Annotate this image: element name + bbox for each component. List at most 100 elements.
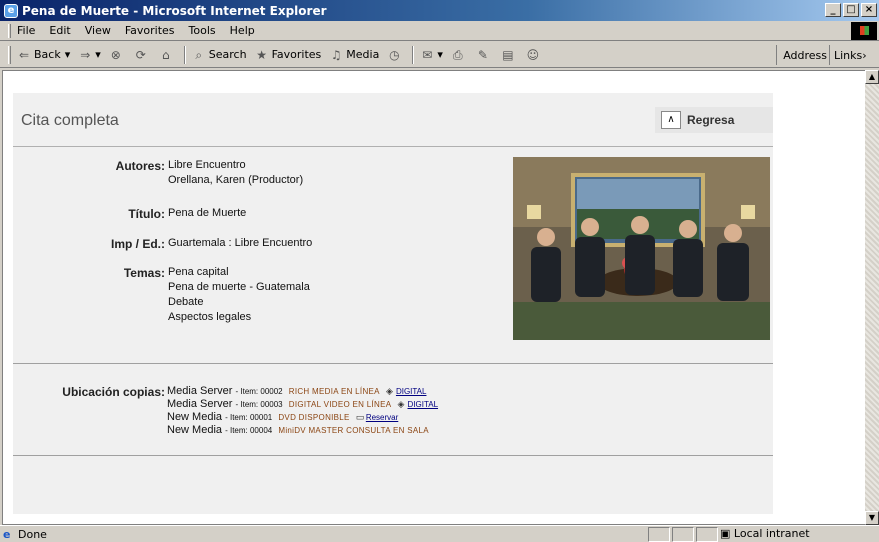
menu-edit[interactable]: Edit	[49, 24, 70, 37]
copy-source: Media Server	[167, 385, 233, 397]
tema-2: Pena de muerte - Guatemala	[168, 281, 310, 293]
regresa-button[interactable]: ∧ Regresa	[655, 107, 773, 133]
forward-dropdown-icon[interactable]: ▾	[95, 48, 101, 61]
imp-value: Guartemala : Libre Encuentro	[168, 237, 313, 249]
page-header: Cita completa ∧ Regresa	[13, 93, 773, 147]
refresh-button[interactable]: ⟳	[134, 48, 151, 62]
messenger-button[interactable]: ☺	[526, 48, 543, 62]
copy-source: New Media	[167, 424, 223, 436]
ie-icon: e	[4, 3, 18, 18]
copy-row: Media Server - Item: 00002 RICH MEDIA EN…	[167, 385, 426, 397]
edit-button[interactable]: ✎	[476, 48, 493, 62]
section-divider	[13, 455, 773, 456]
temas-label: Temas:	[123, 266, 165, 280]
media-icon: ♫	[330, 47, 342, 62]
vertical-scrollbar[interactable]: ▲ ▼	[865, 70, 879, 525]
forward-arrow-icon: ⇒	[80, 47, 91, 62]
citation-page: Cita completa ∧ Regresa Autores: Libre E…	[13, 93, 773, 514]
ubicacion-label: Ubicación copias:	[62, 385, 165, 399]
autores-value: Libre Encuentro Orellana, Karen (Product…	[168, 158, 303, 188]
intranet-icon: ▣	[720, 527, 731, 540]
back-label: Back	[34, 48, 61, 61]
copy-status: RICH MEDIA EN LÍNEA	[288, 387, 380, 396]
imp-label: Imp / Ed.:	[111, 237, 165, 251]
menu-view[interactable]: View	[85, 24, 111, 37]
media-player-icon: ◈	[397, 399, 405, 409]
status-pane	[696, 527, 718, 542]
stop-icon: ⊗	[110, 47, 121, 62]
media-label: Media	[346, 48, 380, 61]
menu-file[interactable]: File	[17, 24, 35, 37]
standard-toolbar: ⇐ Back ▾ ⇒ ▾ ⊗ ⟳ ⌂ ⌕ Search ★ Favorites …	[0, 42, 879, 68]
home-button[interactable]: ⌂	[159, 48, 176, 62]
chevron-right-icon[interactable]: ›	[862, 49, 866, 62]
toolbar-separator	[412, 45, 415, 64]
menubar-grip[interactable]	[8, 23, 11, 38]
mail-button[interactable]: ✉ ▾	[420, 48, 443, 62]
toolbar-separator	[183, 45, 186, 64]
digital-link[interactable]: DIGITAL	[396, 387, 427, 396]
print-icon: ⎙	[453, 47, 463, 62]
digital-link[interactable]: DIGITAL	[408, 400, 439, 409]
status-text: Done	[0, 528, 47, 541]
search-button[interactable]: ⌕ Search	[192, 47, 247, 62]
copy-status: MiniDV MASTER CONSULTA EN SALA	[278, 426, 429, 435]
media-player-icon: ◈	[385, 386, 393, 396]
tema-3: Debate	[168, 296, 204, 308]
search-icon: ⌕	[195, 47, 203, 62]
favorites-icon: ★	[256, 47, 267, 62]
favorites-button[interactable]: ★ Favorites	[255, 47, 321, 62]
tema-1: Pena capital	[168, 266, 229, 278]
copy-row: New Media - Item: 00001 DVD DISPONIBLE ▭…	[167, 411, 398, 423]
window-titlebar: e Pena de Muerte - Microsoft Internet Ex…	[0, 0, 879, 21]
address-label: Address	[783, 48, 827, 62]
back-button[interactable]: ⇐ Back ▾	[17, 48, 70, 62]
forward-button[interactable]: ⇒ ▾	[78, 48, 101, 62]
zone-label: Local intranet	[733, 527, 810, 540]
copy-item: - Item: 00001	[225, 413, 273, 422]
menu-favorites[interactable]: Favorites	[125, 24, 175, 37]
reservar-link[interactable]: Reservar	[366, 413, 398, 422]
edit-icon: ✎	[477, 47, 488, 62]
copy-status: DIGITAL VIDEO EN LÍNEA	[288, 400, 392, 409]
history-icon: ◷	[389, 47, 400, 62]
messenger-icon: ☺	[526, 47, 540, 62]
autor-2: Orellana, Karen (Productor)	[168, 174, 304, 186]
discuss-button[interactable]: ▤	[501, 48, 518, 62]
titulo-label: Título:	[128, 207, 165, 221]
autor-1: Libre Encuentro	[168, 159, 246, 171]
autores-label: Autores:	[115, 159, 165, 173]
page-title: Cita completa	[21, 112, 119, 129]
close-button[interactable]: ×	[861, 3, 877, 17]
security-zone: ▣ Local intranet	[720, 527, 810, 540]
regresa-label: Regresa	[687, 113, 735, 127]
mail-dropdown-icon[interactable]: ▾	[437, 48, 443, 61]
window-title: Pena de Muerte - Microsoft Internet Expl…	[22, 3, 327, 18]
menu-help[interactable]: Help	[230, 24, 255, 37]
toolbar-grip[interactable]	[8, 45, 11, 64]
minimize-button[interactable]: _	[825, 3, 841, 17]
address-bar-label[interactable]: Address	[776, 45, 827, 65]
back-arrow-icon: ⇐	[18, 47, 30, 62]
media-button[interactable]: ♫ Media	[329, 48, 379, 62]
copy-row: Media Server - Item: 00003 DIGITAL VIDEO…	[167, 398, 438, 410]
print-button[interactable]: ⎙	[451, 48, 468, 62]
scroll-down-icon[interactable]: ▼	[865, 511, 879, 525]
search-label: Search	[208, 48, 247, 61]
maximize-button[interactable]: □	[843, 3, 859, 17]
reserve-icon: ▭	[355, 412, 365, 422]
status-pane	[672, 527, 694, 542]
tema-4: Aspectos legales	[168, 311, 252, 323]
back-dropdown-icon[interactable]: ▾	[65, 48, 71, 61]
mail-icon: ✉	[422, 47, 433, 62]
discuss-icon: ▤	[502, 47, 514, 62]
links-toolbar[interactable]: Links ›	[829, 45, 879, 65]
menu-tools[interactable]: Tools	[189, 24, 216, 37]
copy-item: - Item: 00002	[235, 387, 283, 396]
home-icon: ⌂	[161, 47, 170, 62]
window-controls: _ □ ×	[825, 3, 877, 17]
stop-button[interactable]: ⊗	[109, 48, 126, 62]
copy-item: - Item: 00004	[225, 426, 273, 435]
scroll-up-icon[interactable]: ▲	[865, 70, 879, 84]
history-button[interactable]: ◷	[387, 48, 404, 62]
